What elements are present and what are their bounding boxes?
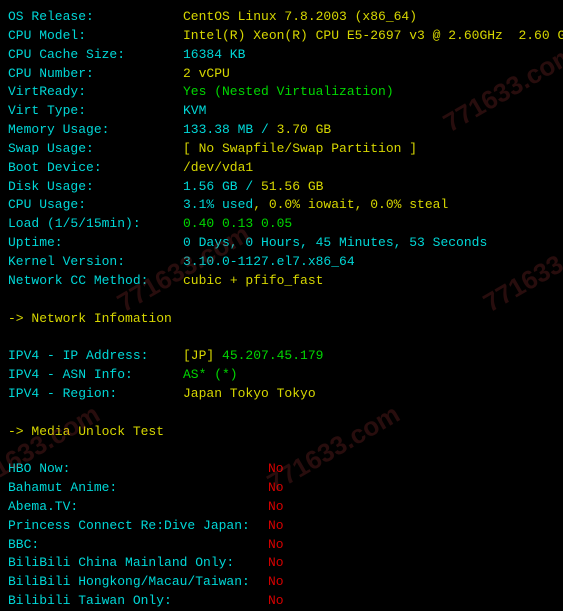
label: Boot Device: <box>8 159 183 178</box>
value: No <box>268 592 284 611</box>
label: Abema.TV: <box>8 498 268 517</box>
cc: cubic <box>183 272 222 291</box>
label: Bahamut Anime: <box>8 479 268 498</box>
total: 3.70 GB <box>277 121 332 140</box>
label: Bilibili Taiwan Only: <box>8 592 268 611</box>
label: CPU Usage: <box>8 196 183 215</box>
row-disk: Disk Usage:1.56 GB / 51.56 GB <box>8 178 555 197</box>
value: 2 vCPU <box>183 65 230 84</box>
row-bili-cn: BiliBili China Mainland Only:No <box>8 554 555 573</box>
row-ipv4-region: IPV4 - Region:Japan Tokyo Tokyo <box>8 385 555 404</box>
row-cpu-cache: CPU Cache Size:16384 KB <box>8 46 555 65</box>
row-abema: Abema.TV:No <box>8 498 555 517</box>
network-header: -> Network Infomation <box>8 310 555 329</box>
system-info-block: OS Release:CentOS Linux 7.8.2003 (x86_64… <box>8 8 555 291</box>
row-kernel: Kernel Version:3.10.0-1127.el7.x86_64 <box>8 253 555 272</box>
row-swap: Swap Usage:[ No Swapfile/Swap Partition … <box>8 140 555 159</box>
label: BiliBili China Mainland Only: <box>8 554 268 573</box>
plus: + <box>222 272 245 291</box>
value: [ No Swapfile/Swap Partition ] <box>183 140 417 159</box>
label: BiliBili Hongkong/Macau/Taiwan: <box>8 573 268 592</box>
qdisc: pfifo_fast <box>245 272 323 291</box>
used: 133.38 MB <box>183 121 253 140</box>
row-bahamut: Bahamut Anime:No <box>8 479 555 498</box>
value: 16384 KB <box>183 46 245 65</box>
total: 51.56 GB <box>261 178 323 197</box>
row-virt-type: Virt Type:KVM <box>8 102 555 121</box>
row-boot-device: Boot Device:/dev/vda1 <box>8 159 555 178</box>
row-bili-tw: Bilibili Taiwan Only:No <box>8 592 555 611</box>
value: No <box>268 573 284 592</box>
row-os-release: OS Release:CentOS Linux 7.8.2003 (x86_64… <box>8 8 555 27</box>
label: CPU Cache Size: <box>8 46 183 65</box>
label: Virt Type: <box>8 102 183 121</box>
row-bili-hmt: BiliBili Hongkong/Macau/Taiwan:No <box>8 573 555 592</box>
row-load: Load (1/5/15min):0.40 0.13 0.05 <box>8 215 555 234</box>
row-uptime: Uptime:0 Days, 0 Hours, 45 Minutes, 53 S… <box>8 234 555 253</box>
blank-line <box>8 291 555 310</box>
label: HBO Now: <box>8 460 268 479</box>
blank-line <box>8 404 555 423</box>
value: No <box>268 536 284 555</box>
used: 1.56 GB <box>183 178 238 197</box>
label: Memory Usage: <box>8 121 183 140</box>
row-bbc: BBC:No <box>8 536 555 555</box>
value: No <box>268 479 284 498</box>
value: 0 Days, 0 Hours, 45 Minutes, 53 Seconds <box>183 234 487 253</box>
row-ipv4-asn: IPV4 - ASN Info:AS* (*) <box>8 366 555 385</box>
network-info-block: IPV4 - IP Address:[JP] 45.207.45.179 IPV… <box>8 347 555 404</box>
label: Uptime: <box>8 234 183 253</box>
label: Load (1/5/15min): <box>8 215 183 234</box>
value: No <box>268 460 284 479</box>
used: 3.1% used <box>183 196 253 215</box>
value: No <box>268 554 284 573</box>
label: Kernel Version: <box>8 253 183 272</box>
value: No <box>268 517 284 536</box>
ip-value: 45.207.45.179 <box>222 347 323 366</box>
row-princess: Princess Connect Re:Dive Japan:No <box>8 517 555 536</box>
row-cpu-usage: CPU Usage:3.1% used, 0.0% iowait, 0.0% s… <box>8 196 555 215</box>
row-netcc: Network CC Method:cubic + pfifo_fast <box>8 272 555 291</box>
value: Japan Tokyo Tokyo <box>183 385 316 404</box>
label: Disk Usage: <box>8 178 183 197</box>
value: Intel(R) Xeon(R) CPU E5-2697 v3 @ 2.60GH… <box>183 27 563 46</box>
value: Yes (Nested Virtualization) <box>183 83 394 102</box>
label: Swap Usage: <box>8 140 183 159</box>
label: IPV4 - IP Address: <box>8 347 183 366</box>
value: 3.10.0-1127.el7.x86_64 <box>183 253 355 272</box>
value: No <box>268 498 284 517</box>
value: /dev/vda1 <box>183 159 253 178</box>
value: CentOS Linux 7.8.2003 (x86_64) <box>183 8 417 27</box>
label: Network CC Method: <box>8 272 183 291</box>
blank-line <box>8 441 555 460</box>
row-virtready: VirtReady:Yes (Nested Virtualization) <box>8 83 555 102</box>
sep: / <box>253 121 276 140</box>
media-header: -> Media Unlock Test <box>8 423 555 442</box>
row-memory: Memory Usage:133.38 MB / 3.70 GB <box>8 121 555 140</box>
label: IPV4 - ASN Info: <box>8 366 183 385</box>
label: BBC: <box>8 536 268 555</box>
row-ipv4-ip: IPV4 - IP Address:[JP] 45.207.45.179 <box>8 347 555 366</box>
blank-line <box>8 328 555 347</box>
label: OS Release: <box>8 8 183 27</box>
label: Princess Connect Re:Dive Japan: <box>8 517 268 536</box>
label: IPV4 - Region: <box>8 385 183 404</box>
row-cpu-number: CPU Number:2 vCPU <box>8 65 555 84</box>
row-cpu-model: CPU Model:Intel(R) Xeon(R) CPU E5-2697 v… <box>8 27 555 46</box>
sep: / <box>238 178 261 197</box>
row-hbo-now: HBO Now:No <box>8 460 555 479</box>
load-5: 0.13 <box>222 215 261 234</box>
label: VirtReady: <box>8 83 183 102</box>
media-unlock-block: HBO Now:No Bahamut Anime:No Abema.TV:No … <box>8 460 555 611</box>
label: CPU Model: <box>8 27 183 46</box>
load-15: 0.05 <box>261 215 292 234</box>
label: CPU Number: <box>8 65 183 84</box>
value: AS* (*) <box>183 366 238 385</box>
rest: , 0.0% iowait, 0.0% steal <box>253 196 448 215</box>
value: KVM <box>183 102 206 121</box>
load-1: 0.40 <box>183 215 222 234</box>
region-tag: [JP] <box>183 347 222 366</box>
